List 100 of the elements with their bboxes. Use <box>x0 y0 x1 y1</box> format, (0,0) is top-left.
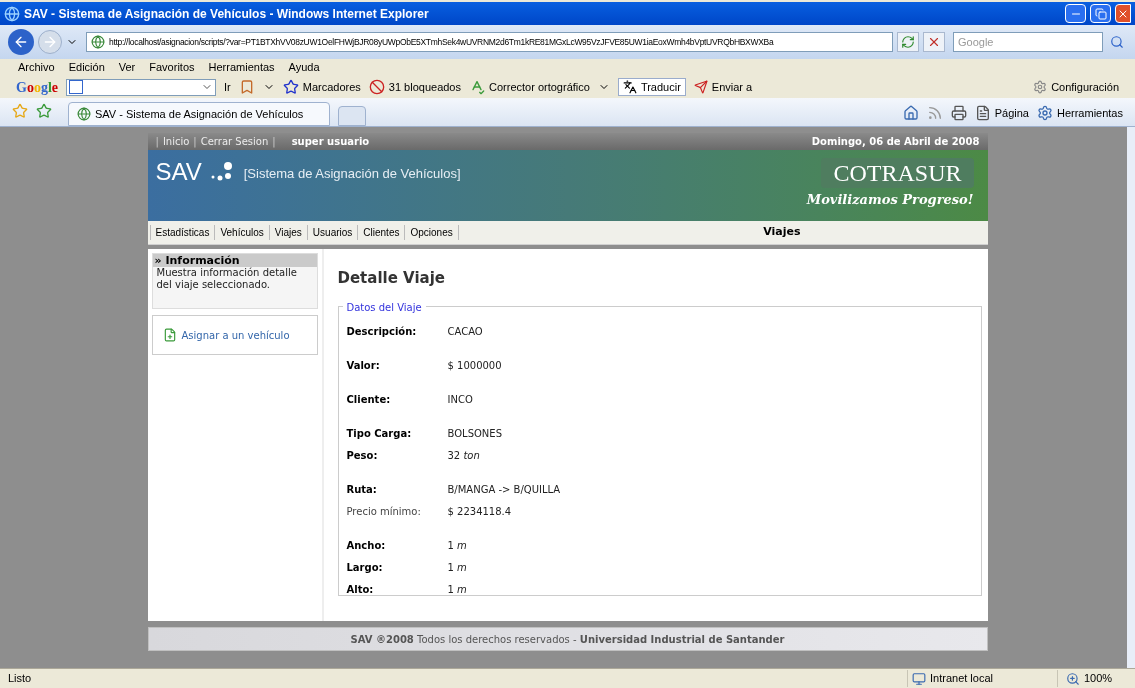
network-icon <box>912 671 926 686</box>
menu-item[interactable]: Ver <box>118 59 136 76</box>
field-label: Largo: <box>346 561 384 575</box>
restore-button[interactable] <box>1090 4 1111 23</box>
field-label: Tipo Carga: <box>346 427 413 441</box>
nav-link[interactable]: Opciones <box>404 225 459 240</box>
menu-item[interactable]: Ayuda <box>288 59 320 76</box>
page-menu-button[interactable]: Página <box>974 104 1029 121</box>
scrollbar[interactable] <box>1127 127 1135 668</box>
field-value: 32 ton <box>447 449 480 463</box>
back-button[interactable] <box>8 29 34 55</box>
field-label: Cliente: <box>346 393 392 407</box>
separator: | <box>193 135 197 149</box>
field-label: Peso: <box>346 449 379 463</box>
google-logo: Google <box>16 78 58 97</box>
home-icon[interactable] <box>902 104 919 121</box>
nav-link[interactable]: Vehículos <box>214 225 270 240</box>
page-icon <box>91 35 105 49</box>
top-link[interactable]: Inicio <box>162 134 190 149</box>
settings-button[interactable]: Configuración <box>1033 78 1119 96</box>
separator: | <box>155 135 159 149</box>
bookmarks-button[interactable]: Marcadores <box>282 78 361 96</box>
minimize-button[interactable] <box>1065 4 1086 23</box>
menu-item[interactable]: Archivo <box>18 59 55 76</box>
date-text: Domingo, 06 de Abril de 2008 <box>811 135 980 149</box>
google-g-icon <box>69 80 83 94</box>
nav-link[interactable]: Viajes <box>268 225 308 240</box>
restore-icon <box>1094 7 1107 20</box>
page-icon <box>77 107 91 121</box>
top-link[interactable]: Cerrar Sesion <box>200 134 269 149</box>
page-icon <box>974 104 991 121</box>
translate-icon <box>622 80 637 94</box>
security-zone: Intranet local <box>930 671 993 687</box>
google-search-field[interactable] <box>66 78 216 96</box>
translate-button[interactable]: Traducir <box>617 78 686 96</box>
nav-link[interactable]: Estadísticas <box>149 225 216 240</box>
field-label: Alto: <box>346 583 375 597</box>
zoom-button[interactable]: 100% <box>1057 670 1127 687</box>
close-button[interactable] <box>1115 4 1131 23</box>
spellcheck-icon <box>469 79 485 95</box>
print-icon[interactable] <box>950 104 967 121</box>
nav-link[interactable]: Clientes <box>357 225 406 240</box>
stop-icon <box>927 35 941 49</box>
field-value: $ 1000000 <box>447 359 502 373</box>
field-label: Ancho: <box>346 539 387 553</box>
spellcheck-button[interactable]: Corrector ortográfico <box>469 78 590 96</box>
window-title: SAV - Sistema de Asignación de Vehículos - Windows Internet Explorer <box>24 5 430 23</box>
go-button[interactable]: Ir <box>224 78 231 96</box>
add-favorite-icon[interactable] <box>36 103 52 119</box>
field-value: CACAO <box>447 325 483 339</box>
settings-icon <box>1033 80 1048 94</box>
copyright-text: SAV ®2008 Todos los derechos reservados - Universidad Industrial de Santander <box>350 632 785 647</box>
star-icon <box>282 79 299 95</box>
page-title: Detalle Viaje <box>337 268 447 289</box>
blocked-icon <box>368 79 385 95</box>
document-add-icon <box>162 328 177 342</box>
field-label: Precio mínimo: <box>346 505 422 519</box>
refresh-button[interactable] <box>897 32 919 52</box>
menu-item[interactable]: Edición <box>68 59 105 76</box>
info-description: Muestra información detalle del viaje seleccionado. <box>155 267 298 291</box>
brand-name: COTRASUR <box>821 158 974 188</box>
field-value: B/MANGA -> B/QUILLA <box>447 483 561 497</box>
browser-tab[interactable]: SAV - Sistema de Asignación de Vehículos <box>68 102 330 126</box>
menu-item[interactable]: Herramientas <box>208 59 275 76</box>
send-icon <box>693 80 708 94</box>
field-value: $ 2234118.4 <box>447 505 512 519</box>
info-title: » Información <box>152 254 317 267</box>
gear-icon <box>1036 104 1053 121</box>
field-label: Descripción: <box>346 325 418 339</box>
user-name: super usuario <box>291 135 370 149</box>
tools-menu-button[interactable]: Herramientas <box>1036 104 1123 121</box>
field-value: INCO <box>447 393 473 407</box>
send-button[interactable]: Enviar a <box>693 78 753 96</box>
refresh-icon <box>901 35 915 49</box>
search-icon <box>1110 35 1124 49</box>
nav-link[interactable]: Usuarios <box>306 225 359 240</box>
feed-icon[interactable] <box>926 104 943 121</box>
field-label: Ruta: <box>346 483 378 497</box>
current-section: Viajes <box>763 224 801 241</box>
zoom-icon <box>1066 671 1080 686</box>
browser-icon <box>4 5 20 22</box>
system-subtitle: [Sistema de Asignación de Vehículos] <box>243 165 461 183</box>
field-value: 1 m <box>447 583 467 597</box>
popup-blocker-button[interactable]: 31 bloqueados <box>368 78 461 96</box>
search-field[interactable]: Google <box>953 32 1103 52</box>
field-value: 1 m <box>447 561 467 575</box>
address-text: http://localhost/asignacion/scripts/?var=PT1BTXhVV08zUW1OelFHWjBJR08yUWpObE5XTmhSek4wUVRNM2d6Tm1kRE81MGxLcW95VzJFVE85UW1iaEoxWmh4bVptUVRQbHBXWXBa <box>109 35 774 49</box>
stop-button[interactable] <box>923 32 945 52</box>
field-label: Valor: <box>346 359 381 373</box>
forward-button[interactable] <box>38 30 62 54</box>
assign-vehicle-link[interactable]: Asignar a un vehículo <box>162 327 290 343</box>
menu-item[interactable]: Favoritos <box>149 59 195 76</box>
forward-arrow-icon <box>42 34 58 50</box>
logo-text: SAV <box>155 160 202 184</box>
address-field[interactable]: http://localhost/asignacion/scripts/?var=PT1BTXhVV08zUW1OelFHWjBJR08yUWpObE5XTmhSek4wUVRNM2d6Tm1kRE81MGxLcW95VzJFVE85UW1iaEoxWmh4bVptUVRQbHBXWXBa <box>86 32 893 52</box>
slogan: Movilizamos Progreso! <box>806 191 974 209</box>
field-value: 1 m <box>447 539 467 553</box>
separator: | <box>272 135 276 149</box>
status-text: Listo <box>8 671 33 687</box>
field-value: BOLSONES <box>447 427 502 441</box>
